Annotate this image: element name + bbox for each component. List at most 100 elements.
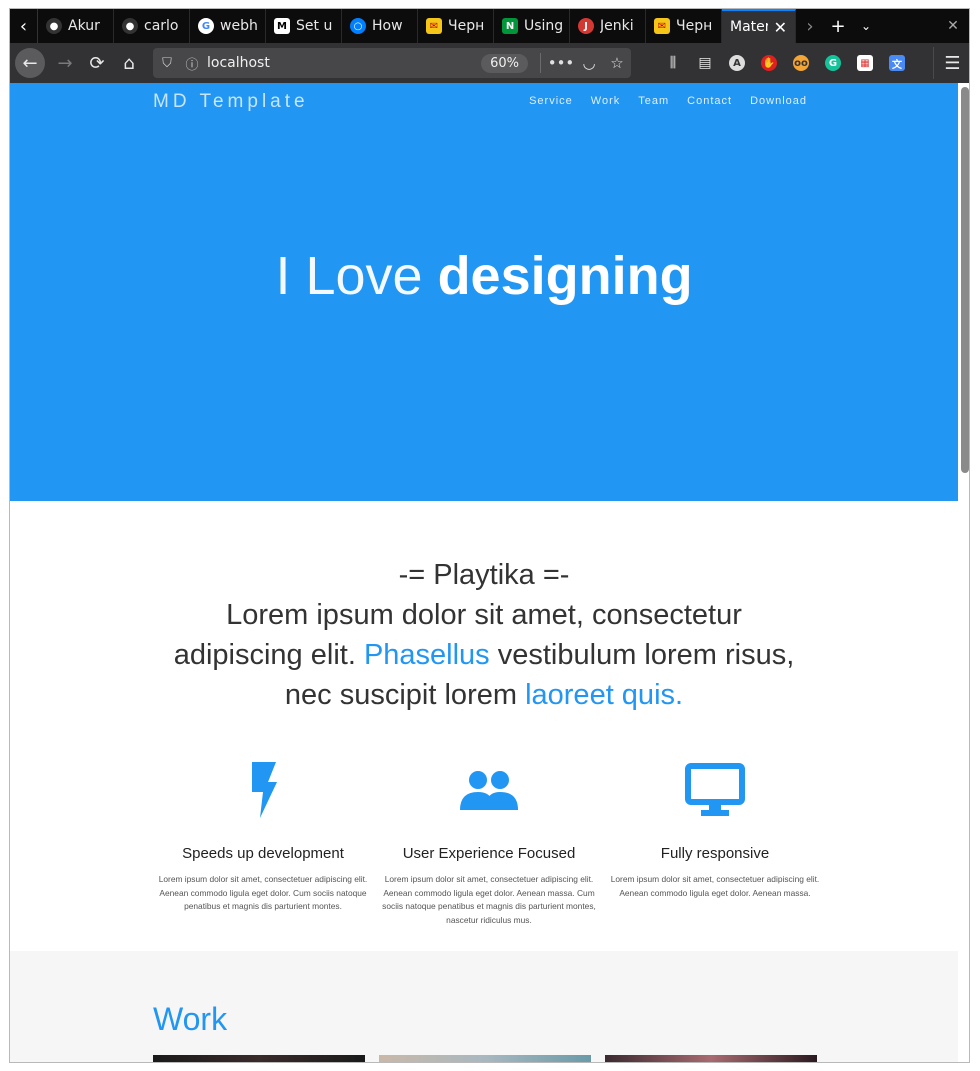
feature-title: User Experience Focused: [402, 845, 576, 862]
intro-line: Lorem ipsum dolor sit amet, consectetur: [226, 599, 742, 631]
nginx-icon: N: [502, 18, 518, 34]
intro-line: nec suscipit lorem laoreet quis.: [150, 675, 818, 715]
features: Speeds up development Lorem ipsum dolor …: [150, 755, 830, 927]
monitor-icon: [602, 755, 828, 825]
github-icon: ●: [46, 18, 62, 34]
tab-scroll-left-icon[interactable]: ‹: [10, 9, 38, 43]
tab-title: Jenki: [600, 18, 634, 34]
intro-text-segment: adipiscing elit.: [173, 639, 364, 671]
feature-title: Speeds up development: [182, 845, 344, 862]
nav-link-download[interactable]: Download: [750, 95, 807, 107]
tab-title: Using: [524, 18, 564, 34]
medium-icon: M: [274, 18, 290, 34]
intro-highlight: laoreet quis.: [525, 679, 684, 711]
intro-text-segment: vestibulum lorem risus,: [489, 639, 795, 671]
tab[interactable]: M Set u: [266, 9, 342, 43]
tab[interactable]: ● carlo: [114, 9, 190, 43]
tab[interactable]: J Jenki: [570, 9, 646, 43]
hamburger-menu-icon[interactable]: ☰: [933, 47, 965, 79]
extensions: ⫼ ▤ A ✋ oo G ▦ 文: [657, 47, 913, 79]
feature-card: Fully responsive Lorem ipsum dolor sit a…: [602, 755, 828, 927]
hero-title-bold: designing: [437, 246, 693, 306]
star-icon[interactable]: ☆: [603, 54, 631, 72]
tab-title: Черн: [676, 18, 713, 34]
tab-title: Akur: [68, 18, 100, 34]
digitalocean-icon: ○: [350, 18, 366, 34]
zoom-badge[interactable]: 60%: [481, 53, 528, 73]
tab[interactable]: N Using: [494, 9, 570, 43]
site-brand[interactable]: MD Template: [153, 91, 309, 113]
forward-icon[interactable]: →: [49, 47, 81, 79]
feature-card: User Experience Focused Lorem ipsum dolo…: [376, 755, 602, 927]
tab-scroll-right-icon[interactable]: ›: [796, 9, 824, 43]
tab-title: Set u: [296, 18, 333, 34]
intro-text-segment: nec suscipit lorem: [284, 679, 526, 711]
url-text[interactable]: localhost: [203, 55, 481, 71]
jenkins-icon: J: [578, 18, 594, 34]
extension-red-icon[interactable]: ▦: [849, 47, 881, 79]
feature-card: Speeds up development Lorem ipsum dolor …: [150, 755, 376, 927]
nav-link-contact[interactable]: Contact: [687, 95, 732, 107]
tab[interactable]: Gwebh: [190, 9, 266, 43]
tab-active[interactable]: Mater ✕: [722, 9, 796, 43]
feature-text: Lorem ipsum dolor sit amet, consectetuer…: [610, 874, 820, 898]
home-icon[interactable]: ⌂: [113, 47, 145, 79]
tab-title: How: [372, 18, 403, 34]
scrollbar[interactable]: [961, 87, 969, 473]
grammarly-icon[interactable]: G: [817, 47, 849, 79]
intro-text: -= Playtika =- Lorem ipsum dolor sit ame…: [150, 555, 818, 715]
separator: [540, 53, 541, 73]
info-icon[interactable]: ⓘ: [181, 54, 203, 73]
close-window-icon[interactable]: ✕: [935, 9, 969, 43]
sidebar-icon[interactable]: ▤: [689, 47, 721, 79]
mail-icon: ✉: [426, 18, 442, 34]
address-bar[interactable]: ⛉ ⓘ localhost 60% ••• ◡ ☆: [153, 48, 631, 78]
tab-bar: ‹ ● Akur ● carlo Gwebh M Set u ○ How ✉ Черн N…: [10, 9, 969, 43]
page-viewport: MD Template Service Work Team Contact Do…: [10, 83, 969, 1062]
tab-title: carlo: [144, 18, 179, 34]
shield-icon[interactable]: ⛉: [153, 56, 181, 71]
work-title: Work: [153, 1001, 228, 1037]
hero-title-light: I Love: [275, 246, 423, 306]
tab-title: Черн: [448, 18, 485, 34]
nav-link-team[interactable]: Team: [638, 95, 669, 107]
more-icon[interactable]: •••: [547, 54, 575, 72]
library-icon[interactable]: ⫼: [657, 47, 689, 79]
extension-a-icon[interactable]: A: [721, 47, 753, 79]
browser-window: ‹ ● Akur ● carlo Gwebh M Set u ○ How ✉ Черн N…: [9, 8, 970, 1063]
tab-title: Mater: [730, 19, 768, 35]
work-section: Work: [10, 951, 958, 1062]
nav-toolbar: ← → ⟳ ⌂ ⛉ ⓘ localhost 60% ••• ◡ ☆ ⫼ ▤ A …: [10, 43, 969, 83]
hero-section: MD Template Service Work Team Contact Do…: [10, 83, 958, 501]
feature-title: Fully responsive: [660, 845, 770, 862]
hero-title: I Love designing: [10, 245, 958, 307]
work-thumbnail[interactable]: [379, 1055, 591, 1062]
tab[interactable]: ● Akur: [38, 9, 114, 43]
back-icon[interactable]: ←: [15, 48, 45, 78]
nav-link-work[interactable]: Work: [591, 95, 620, 107]
nav-link-service[interactable]: Service: [529, 95, 573, 107]
lightning-icon: [150, 755, 376, 825]
feature-text: Lorem ipsum dolor sit amet, consectetuer…: [382, 874, 596, 925]
translate-icon[interactable]: 文: [881, 47, 913, 79]
mail-icon: ✉: [654, 18, 670, 34]
google-icon: G: [198, 18, 214, 34]
adblock-icon[interactable]: ✋: [753, 47, 785, 79]
intro-line: adipiscing elit. Phasellus vestibulum lo…: [150, 635, 818, 675]
work-thumbnail[interactable]: [153, 1055, 365, 1062]
pocket-icon[interactable]: ◡: [575, 54, 603, 72]
github-icon: ●: [122, 18, 138, 34]
intro-highlight: Phasellus: [363, 639, 490, 671]
intro-line: -= Playtika =-: [398, 559, 570, 591]
tab[interactable]: ✉ Черн: [646, 9, 722, 43]
chevron-down-icon[interactable]: ⌄: [852, 9, 880, 43]
feature-text: Lorem ipsum dolor sit amet, consectetuer…: [158, 874, 368, 911]
work-thumbnail[interactable]: [605, 1055, 817, 1062]
tab[interactable]: ✉ Черн: [418, 9, 494, 43]
people-icon: [376, 755, 602, 825]
close-icon[interactable]: ✕: [774, 18, 787, 37]
new-tab-icon[interactable]: +: [824, 9, 852, 43]
owl-icon[interactable]: oo: [785, 47, 817, 79]
tab[interactable]: ○ How: [342, 9, 418, 43]
reload-icon[interactable]: ⟳: [81, 47, 113, 79]
